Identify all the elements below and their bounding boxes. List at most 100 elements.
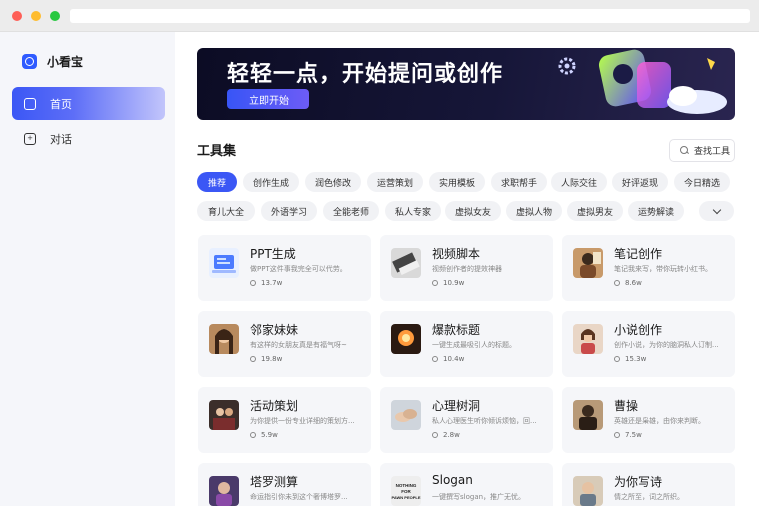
search-icon [680, 146, 689, 155]
card-desc: 英雄还是枭雄，由你来判断。 [614, 417, 705, 425]
card-title: 曹操 [614, 399, 639, 413]
tag-item[interactable]: 创作生成 [243, 172, 299, 192]
video-script-thumbnail [391, 248, 421, 278]
card-usage: 8.6w [614, 279, 642, 287]
toolset-title: 工具集 [197, 144, 237, 159]
close-window-button[interactable] [12, 11, 22, 21]
svg-text:NOTHING: NOTHING [396, 483, 417, 488]
expand-tags-button[interactable] [699, 201, 734, 221]
tool-card-neighbor-sister[interactable]: 邻家妹妹 有这样的女朋友真是有福气呀~ 19.8w [198, 311, 371, 377]
card-usage: 5.9w [250, 431, 278, 439]
card-desc: 视频创作者的提效神器 [432, 265, 502, 273]
card-desc: 一键生成最吸引人的标题。 [432, 341, 516, 349]
tag-item[interactable]: 私人专家 [385, 201, 441, 221]
clock-icon [614, 432, 620, 438]
banner-title: 轻轻一点，开始提问或创作 [227, 62, 504, 87]
tool-card-slogan[interactable]: NOTHING FOR PAWN PEOPLE Slogan 一键撰写sloga… [380, 463, 553, 506]
card-title: 小说创作 [614, 323, 663, 337]
ppt-thumbnail [209, 248, 239, 278]
poem-thumbnail [573, 476, 603, 506]
tool-card-notes[interactable]: 笔记创作 笔记我来写，带你玩转小红书。 8.6w [562, 235, 735, 301]
start-now-button[interactable]: 立即开始 [227, 89, 309, 109]
usage-count: 15.3w [625, 355, 647, 363]
card-desc: 一键撰写slogan，推广无忧。 [432, 493, 526, 501]
tag-item[interactable]: 虚拟男友 [567, 201, 623, 221]
viral-title-thumbnail [391, 324, 421, 354]
usage-count: 10.9w [443, 279, 465, 287]
card-title: 塔罗测算 [250, 475, 299, 489]
clock-icon [250, 432, 256, 438]
card-title: 邻家妹妹 [250, 323, 299, 337]
brand[interactable]: 小看宝 [22, 52, 83, 70]
sidebar-item-chat[interactable]: + 对话 [12, 122, 165, 155]
svg-text:PAWN PEOPLE: PAWN PEOPLE [391, 495, 420, 500]
hero-banner[interactable]: 轻轻一点，开始提问或创作 立即开始 [197, 48, 735, 120]
card-desc: 有这样的女朋友真是有福气呀~ [250, 341, 347, 349]
tool-card-event-planning[interactable]: 活动策划 为你提供一份专业详细的策划方... 5.9w [198, 387, 371, 453]
maximize-window-button[interactable] [50, 11, 60, 21]
tag-recommended[interactable]: 推荐 [197, 172, 237, 192]
home-icon [24, 97, 36, 110]
tag-item[interactable]: 运营策划 [367, 172, 423, 192]
tag-item[interactable]: 运势解读 [628, 201, 684, 221]
chevron-down-icon [712, 205, 721, 214]
tool-card-poem[interactable]: 为你写诗 情之所至，词之所织。 [562, 463, 735, 506]
clock-icon [432, 280, 438, 286]
tag-item[interactable]: 求职帮手 [491, 172, 547, 192]
tag-item[interactable]: 人际交往 [551, 172, 607, 192]
usage-count: 5.9w [261, 431, 278, 439]
clock-icon [432, 356, 438, 362]
card-desc: 命运指引你未到这个奢博塔罗... [250, 493, 348, 501]
tool-card-cao-cao[interactable]: 曹操 英雄还是枭雄，由你来判断。 7.5w [562, 387, 735, 453]
tag-item[interactable]: 实用模板 [429, 172, 485, 192]
tool-card-novel[interactable]: 小说创作 创作小说，为你的脑洞私人订制... 15.3w [562, 311, 735, 377]
app-name: 小看宝 [47, 54, 84, 69]
neighbor-sister-thumbnail [209, 324, 239, 354]
card-desc: 做PPT这件事我完全可以代劳。 [250, 265, 347, 273]
card-title: Slogan [432, 473, 473, 487]
sidebar-item-label: 首页 [50, 97, 72, 111]
tag-item[interactable]: 全能老师 [323, 201, 379, 221]
card-title: 为你写诗 [614, 475, 663, 489]
card-title: 心理树洞 [432, 399, 481, 413]
card-usage: 19.8w [250, 355, 282, 363]
tool-card-tree-hole[interactable]: 心理树洞 私人心理医生听你倾诉烦恼，回... 2.8w [380, 387, 553, 453]
search-tools-label: 查找工具 [694, 147, 731, 157]
slogan-thumbnail: NOTHING FOR PAWN PEOPLE [391, 476, 421, 506]
tag-item[interactable]: 好评返现 [612, 172, 668, 192]
card-usage: 15.3w [614, 355, 646, 363]
card-usage: 7.5w [614, 431, 642, 439]
tag-item[interactable]: 虚拟人物 [506, 201, 562, 221]
cao-cao-thumbnail [573, 400, 603, 430]
usage-count: 8.6w [625, 279, 642, 287]
tool-card-tarot[interactable]: 塔罗测算 命运指引你未到这个奢博塔罗... [198, 463, 371, 506]
tag-item[interactable]: 育儿大全 [197, 201, 255, 221]
tool-card-ppt[interactable]: PPT生成 做PPT这件事我完全可以代劳。 13.7w [198, 235, 371, 301]
sidebar-item-label: 对话 [50, 132, 72, 146]
tag-item[interactable]: 虚拟女友 [445, 201, 501, 221]
card-desc: 笔记我来写，带你玩转小红书。 [614, 265, 712, 273]
tag-item[interactable]: 今日精选 [674, 172, 730, 192]
sidebar-item-home[interactable]: 首页 [12, 87, 165, 120]
tool-card-viral-title[interactable]: 爆款标题 一键生成最吸引人的标题。 10.4w [380, 311, 553, 377]
search-tools-button[interactable]: 查找工具 [669, 139, 735, 162]
card-usage: 10.9w [432, 279, 464, 287]
card-title: 活动策划 [250, 399, 299, 413]
tag-item[interactable]: 外语学习 [261, 201, 317, 221]
usage-count: 13.7w [261, 279, 283, 287]
usage-count: 19.8w [261, 355, 283, 363]
address-bar[interactable] [70, 9, 750, 23]
tool-card-video-script[interactable]: 视频脚本 视频创作者的提效神器 10.9w [380, 235, 553, 301]
tarot-thumbnail [209, 476, 239, 506]
main-content: 轻轻一点，开始提问或创作 立即开始 工具集 查找工具 推荐 创作生成 润色修改 … [175, 32, 759, 506]
minimize-window-button[interactable] [31, 11, 41, 21]
clock-icon [432, 432, 438, 438]
card-desc: 创作小说，为你的脑洞私人订制... [614, 341, 719, 349]
card-desc: 情之所至，词之所织。 [614, 493, 684, 501]
event-planning-thumbnail [209, 400, 239, 430]
tag-item[interactable]: 润色修改 [305, 172, 361, 192]
clock-icon [250, 356, 256, 362]
card-title: PPT生成 [250, 247, 296, 261]
card-usage: 2.8w [432, 431, 460, 439]
chat-icon: + [24, 132, 36, 145]
